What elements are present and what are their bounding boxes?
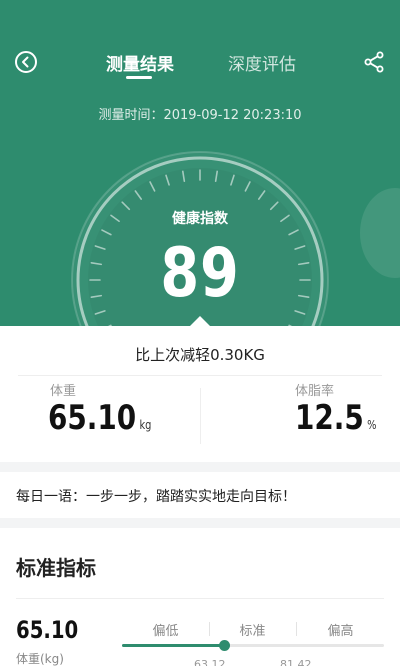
card-pointer (190, 316, 210, 326)
weight-unit: kg (139, 418, 152, 432)
back-button[interactable] (14, 50, 38, 74)
body-fat-number: 12.5 (295, 398, 364, 438)
weight-number: 65.10 (48, 398, 137, 438)
active-tab-indicator (126, 76, 152, 79)
hero-panel: 测量结果 深度评估 测量时间：2019-09-12 20:23:10 健康指数 … (0, 0, 400, 326)
summary-divider (18, 375, 382, 376)
health-index-value: 89 (160, 234, 240, 313)
weight-change-text: 比上次减轻0.30KG (135, 346, 265, 364)
indicators-title: 标准指标 (16, 556, 96, 580)
range-low-label: 偏低 (152, 624, 179, 639)
share-button[interactable] (362, 50, 386, 74)
top-bar: 测量结果 深度评估 (0, 40, 400, 84)
body-fat-label: 体脂率 (295, 384, 335, 399)
indicators-divider (16, 598, 384, 599)
hero-glow (360, 188, 400, 278)
range-labels: 偏低 标准 偏高 (122, 620, 384, 640)
back-circle-icon (15, 51, 37, 73)
indicator-weight-value: 65.10 (16, 616, 79, 644)
indicator-weight-label: 体重(kg) (16, 652, 64, 666)
standard-indicators-card: 标准指标 65.10 体重(kg) 偏低 标准 偏高 63.12 81.42 (0, 528, 400, 666)
weight-range-bar (122, 640, 384, 651)
weight-label: 体重 (50, 384, 77, 399)
weight-range-marker (219, 640, 231, 651)
measurement-time: 测量时间：2019-09-12 20:23:10 (98, 108, 302, 123)
summary-card: 比上次减轻0.30KG 体重 65.10 kg 体脂率 12.5% (0, 326, 400, 462)
range-standard-label: 标准 (239, 624, 266, 639)
weight-value: 65.10 kg (48, 398, 151, 438)
tab-deep-evaluation[interactable]: 深度评估 (228, 50, 296, 75)
daily-quote: 每日一语：一步一步，踏踏实实地走向目标！ (0, 472, 400, 518)
range-tick-low: 63.12 (194, 658, 226, 666)
tab-measure-results[interactable]: 测量结果 (106, 50, 174, 75)
weight-range-fill (122, 644, 225, 647)
share-icon (364, 51, 384, 73)
range-high-label: 偏高 (327, 624, 354, 639)
body-fat-value: 12.5% (295, 398, 376, 438)
health-index-label: 健康指数 (172, 211, 228, 227)
range-tick-high: 81.42 (280, 658, 312, 666)
body-fat-unit: % (367, 418, 377, 432)
stats-divider (200, 388, 201, 444)
